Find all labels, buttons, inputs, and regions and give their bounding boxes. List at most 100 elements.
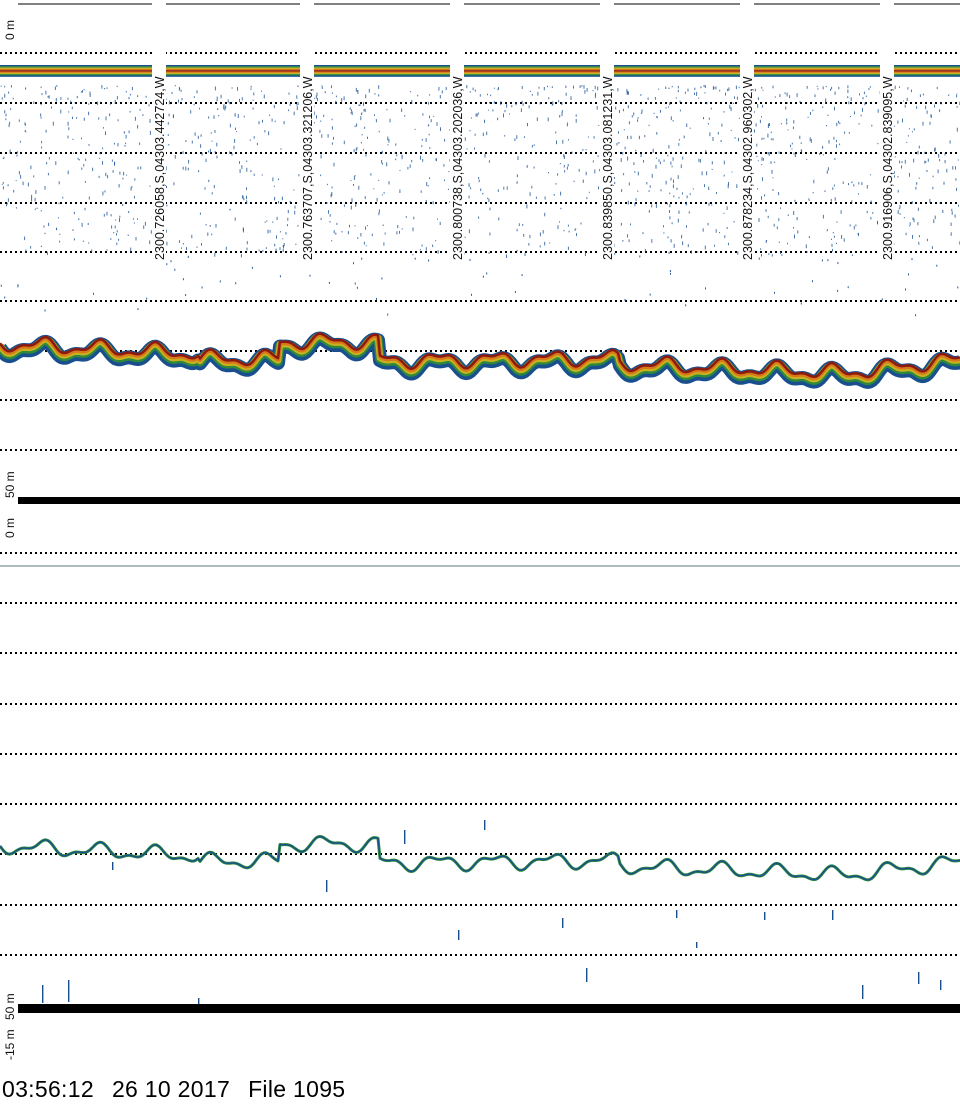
scatter-echo (844, 131, 846, 134)
scatter-echo (956, 93, 958, 95)
scatter-echo (555, 183, 557, 185)
scatter-echo (229, 209, 231, 211)
scatter-echo (553, 194, 555, 196)
scatter-echo (420, 190, 422, 193)
scatter-echo (117, 143, 119, 147)
scatter-echo (188, 159, 190, 164)
scatter-echo (916, 182, 918, 185)
scatter-echo (477, 112, 479, 115)
scatter-echo (174, 85, 176, 87)
scatter-echo (678, 210, 680, 214)
scatter-echo (468, 229, 470, 234)
scatter-echo (425, 138, 427, 142)
scatter-echo (594, 95, 596, 99)
scatter-echo (850, 97, 852, 101)
scatter-echo (917, 150, 919, 155)
scatter-echo (428, 133, 430, 136)
scatter-echo (405, 251, 407, 253)
scatter-echo (526, 204, 528, 209)
scatter-echo (897, 189, 899, 193)
scatter-echo (911, 258, 913, 261)
scatter-echo (936, 86, 938, 90)
scatter-echo (349, 224, 350, 228)
scatter-echo (296, 95, 298, 99)
scatter-echo (682, 156, 684, 160)
scatter-echo (767, 133, 769, 138)
scatter-echo (723, 111, 725, 113)
scatter-echo (105, 116, 107, 121)
scatter-echo (627, 105, 629, 109)
scatter-echo (16, 151, 18, 154)
scatter-echo (25, 249, 27, 253)
scatter-echo (622, 152, 624, 155)
scatter-echo (246, 200, 248, 204)
scatter-echo (944, 153, 946, 156)
scatter-echo (432, 244, 434, 247)
scatter-echo (522, 103, 524, 106)
scatter-echo (376, 197, 378, 202)
scatter-echo (535, 196, 537, 199)
scatter-echo (140, 166, 142, 170)
scatter-echo (262, 119, 263, 123)
scatter-echo (378, 94, 380, 97)
scatter-echo (343, 204, 345, 207)
scatter-echo (908, 128, 910, 130)
scatter-echo (934, 215, 936, 219)
scatter-echo (274, 120, 276, 123)
scatter-echo (355, 87, 357, 92)
scatter-echo (234, 139, 236, 143)
scatter-echo (132, 218, 134, 220)
scatter-echo (488, 198, 490, 203)
scatter-echo (365, 245, 367, 247)
scatter-echo (76, 117, 78, 119)
scatter-echo (287, 210, 289, 214)
scatter-echo (812, 280, 813, 283)
scatter-echo (927, 158, 929, 162)
scatter-echo (797, 230, 799, 234)
scatter-echo (668, 106, 669, 108)
scatter-echo (794, 199, 796, 202)
scatter-echo (786, 102, 788, 104)
scatter-echo (88, 242, 90, 244)
scatter-echo (41, 141, 43, 144)
scatter-echo (518, 223, 520, 226)
scatter-echo (31, 194, 33, 199)
scatter-echo (848, 132, 850, 134)
scatter-echo (166, 263, 168, 266)
scatter-echo (586, 197, 588, 200)
scatter-echo (25, 131, 27, 133)
scatter-echo (488, 251, 490, 254)
scatter-echo (707, 123, 709, 125)
scatter-echo (353, 262, 354, 265)
scatter-echo (48, 222, 50, 226)
scatter-echo (860, 114, 862, 117)
scatter-echo (239, 98, 240, 103)
scatter-echo (715, 86, 717, 90)
scatter-echo (48, 157, 50, 160)
scatter-echo (516, 174, 518, 178)
scatter-echo (556, 140, 557, 145)
scatter-echo (422, 158, 424, 162)
scatter-echo (420, 155, 421, 160)
scatter-echo (106, 87, 108, 89)
scatter-echo (34, 208, 36, 211)
scatter-echo (924, 160, 926, 164)
scatter-echo (778, 241, 780, 243)
lower-scale-bottom-label: 50 m (3, 993, 17, 1020)
scatter-echo (430, 119, 432, 123)
scatter-echo (679, 109, 681, 112)
scatter-echo (950, 222, 952, 226)
scatter-echo (585, 149, 587, 151)
scatter-echo (582, 149, 584, 151)
scatter-echo (74, 102, 76, 104)
scatter-echo (630, 135, 632, 140)
scatter-echo (715, 229, 717, 233)
scatter-echo (355, 203, 357, 207)
scatter-echo (414, 257, 416, 260)
scatter-echo (2, 181, 4, 184)
scatter-echo (832, 187, 834, 190)
scatter-echo (654, 97, 656, 100)
scatter-echo (906, 141, 908, 143)
scatter-echo (836, 144, 837, 148)
scatter-echo (627, 135, 629, 140)
